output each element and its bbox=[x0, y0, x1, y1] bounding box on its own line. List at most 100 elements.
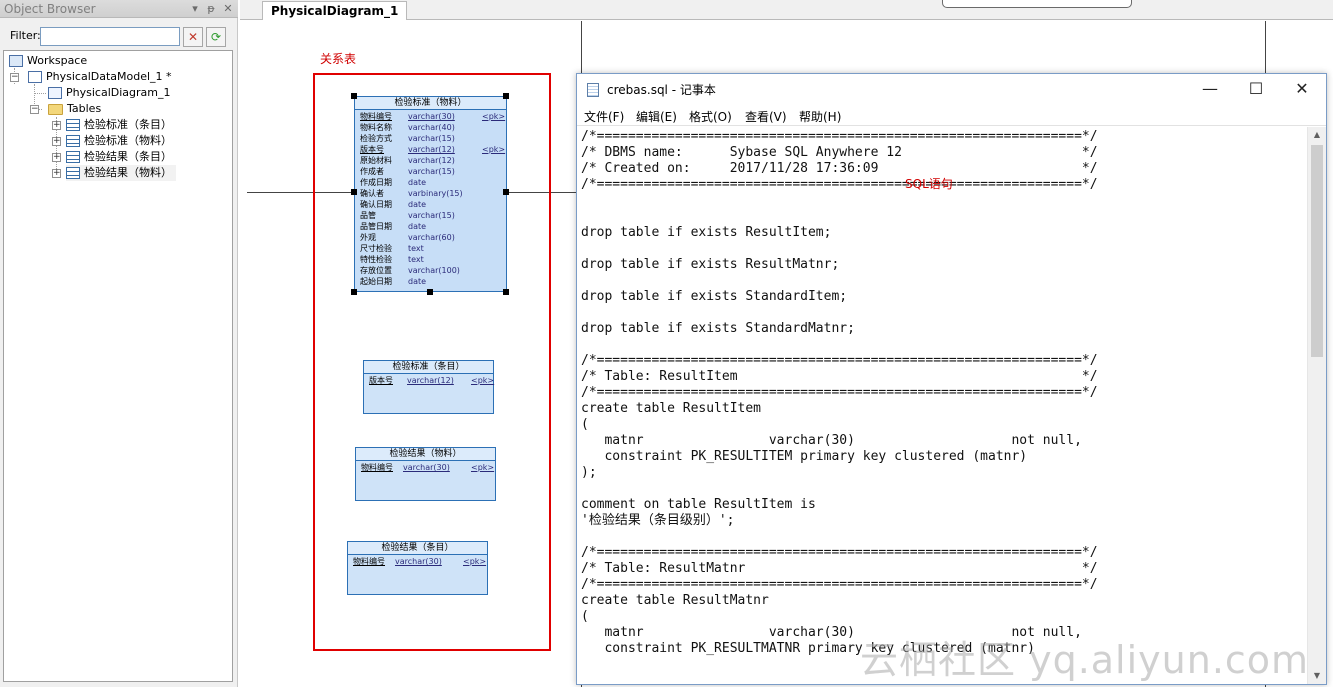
menu-view[interactable]: 查看(V) bbox=[745, 108, 787, 125]
column-name: 确认者 bbox=[360, 189, 384, 198]
tree-table-item[interactable]: 检验结果（物料） bbox=[66, 165, 176, 181]
model-icon bbox=[28, 71, 42, 83]
notepad-titlebar[interactable]: crebas.sql - 记事本 — ☐ ✕ bbox=[577, 74, 1326, 104]
tree-model[interactable]: PhysicalDataModel_1 * bbox=[28, 69, 172, 85]
column-type: varchar(40) bbox=[408, 123, 455, 132]
menu-help[interactable]: 帮助(H) bbox=[799, 108, 841, 125]
column-key: <pk> bbox=[471, 376, 495, 385]
collapse-tables-icon[interactable]: − bbox=[30, 105, 39, 114]
expand-table-icon[interactable]: + bbox=[52, 169, 61, 178]
column-type: date bbox=[408, 222, 427, 231]
column-name: 尺寸检验 bbox=[360, 244, 392, 253]
scroll-up-icon[interactable]: ▲ bbox=[1308, 127, 1326, 143]
selection-handle[interactable] bbox=[351, 189, 357, 195]
scroll-down-icon[interactable]: ▼ bbox=[1308, 668, 1326, 684]
document-tab-bar: PhysicalDiagram_1 bbox=[240, 0, 1333, 20]
tree-table-item[interactable]: 检验标准（物料） bbox=[66, 133, 172, 149]
tree-table-item[interactable]: 检验标准（条目） bbox=[66, 117, 172, 133]
selection-handle[interactable] bbox=[503, 93, 509, 99]
sql-line: /*======================================… bbox=[581, 385, 1098, 400]
sql-line bbox=[581, 529, 1305, 545]
menu-file[interactable]: 文件(F) bbox=[584, 108, 624, 125]
tree-tables-folder[interactable]: Tables bbox=[48, 101, 101, 117]
close-panel-icon[interactable]: ✕ bbox=[221, 0, 235, 18]
sql-line bbox=[581, 481, 1305, 497]
column-name: 起始日期 bbox=[360, 277, 392, 286]
filter-input[interactable] bbox=[40, 27, 180, 46]
entity-table[interactable]: 检验标准（条目） 版本号 varchar(12) <pk> bbox=[363, 360, 494, 414]
column-type: varchar(15) bbox=[408, 134, 455, 143]
column-name: 版本号 bbox=[360, 145, 384, 154]
object-browser-panel: Object Browser ▾ ᵽ ✕ Filter: ✕ ⟳ Workspa… bbox=[0, 0, 238, 687]
entity-table[interactable]: 检验标准（物料） 物料编号 varchar(30) <pk> 物料名称 varchar(… bbox=[354, 96, 507, 292]
selection-handle[interactable] bbox=[351, 289, 357, 295]
sql-line bbox=[581, 241, 1305, 257]
sql-line: '检验结果（条目级别）'; bbox=[581, 513, 735, 528]
entity-column-row: 尺寸检验 text bbox=[358, 243, 503, 254]
selection-handle[interactable] bbox=[351, 93, 357, 99]
column-type: date bbox=[408, 178, 427, 187]
object-tree: Workspace − PhysicalDataModel_1 * Physic… bbox=[3, 50, 233, 682]
table-icon bbox=[66, 119, 80, 131]
column-name: 物料编号 bbox=[353, 557, 385, 566]
tree-table-item[interactable]: 检验结果（条目） bbox=[66, 149, 172, 165]
column-key: <pk> bbox=[482, 112, 506, 121]
notepad-text-area[interactable]: /*======================================… bbox=[577, 127, 1305, 684]
relation-tables-annotation: 关系表 bbox=[320, 52, 357, 66]
entity-column-row: 作成日期 date bbox=[358, 177, 503, 188]
entity-column-row: 物料编号 varchar(30) <pk> bbox=[351, 556, 487, 567]
column-name: 版本号 bbox=[369, 376, 393, 385]
expand-table-icon[interactable]: + bbox=[52, 121, 61, 130]
tree-workspace[interactable]: Workspace bbox=[9, 53, 87, 69]
column-key: <pk> bbox=[463, 557, 487, 566]
column-name: 确认日期 bbox=[360, 200, 392, 209]
column-type: varchar(100) bbox=[408, 266, 460, 275]
selection-handle[interactable] bbox=[427, 289, 433, 295]
menu-edit[interactable]: 编辑(E) bbox=[636, 108, 677, 125]
entity-column-row: 品管日期 date bbox=[358, 221, 503, 232]
tab-physical-diagram[interactable]: PhysicalDiagram_1 bbox=[262, 1, 408, 20]
collapse-model-icon[interactable]: − bbox=[10, 73, 19, 82]
vertical-scrollbar[interactable]: ▲ ▼ bbox=[1307, 127, 1326, 684]
tree-diagram[interactable]: PhysicalDiagram_1 bbox=[48, 85, 170, 101]
column-type: varchar(15) bbox=[408, 167, 455, 176]
table-icon bbox=[66, 135, 80, 147]
maximize-button[interactable]: ☐ bbox=[1233, 74, 1279, 104]
entity-column-row: 确认日期 date bbox=[358, 199, 503, 210]
notepad-window[interactable]: crebas.sql - 记事本 — ☐ ✕ 文件(F) 编辑(E) 格式(O)… bbox=[576, 73, 1327, 685]
menu-format[interactable]: 格式(O) bbox=[689, 108, 732, 125]
column-name: 作成日期 bbox=[360, 178, 392, 187]
notepad-icon bbox=[587, 83, 599, 97]
entity-table[interactable]: 检验结果（条目） 物料编号 varchar(30) <pk> bbox=[347, 541, 488, 595]
entity-column-row: 起始日期 date bbox=[358, 276, 503, 287]
sql-line bbox=[581, 305, 1305, 321]
workspace-icon bbox=[9, 55, 23, 67]
panel-menu-icon[interactable]: ▾ bbox=[188, 0, 202, 18]
filter-label: Filter: bbox=[10, 29, 41, 42]
tree-table-label: 检验结果（物料） bbox=[84, 166, 172, 179]
selection-handle[interactable] bbox=[503, 289, 509, 295]
column-type: text bbox=[408, 255, 424, 264]
pin-icon[interactable]: ᵽ bbox=[204, 0, 218, 18]
expand-table-icon[interactable]: + bbox=[52, 153, 61, 162]
scrollbar-thumb[interactable] bbox=[1311, 145, 1323, 357]
sql-line: comment on table ResultItem is bbox=[581, 497, 816, 512]
sql-line: /* DBMS name: Sybase SQL Anywhere 12 */ bbox=[581, 145, 1098, 160]
clear-filter-button[interactable]: ✕ bbox=[183, 27, 203, 47]
entity-columns: 物料编号 varchar(30) <pk> 物料名称 varchar(40) 检验方式 va… bbox=[355, 110, 506, 288]
tree-model-label: PhysicalDataModel_1 * bbox=[46, 70, 172, 83]
sql-line: constraint PK_RESULTITEM primary key clu… bbox=[581, 449, 1028, 464]
entity-table[interactable]: 检验结果（物料） 物料编号 varchar(30) <pk> bbox=[355, 447, 496, 501]
sql-line: /*======================================… bbox=[581, 129, 1098, 144]
watermark-text: 云栖社区 yq.aliyun.com bbox=[860, 638, 1310, 682]
refresh-button[interactable]: ⟳ bbox=[206, 27, 226, 47]
expand-table-icon[interactable]: + bbox=[52, 137, 61, 146]
tree-workspace-label: Workspace bbox=[27, 54, 88, 67]
notepad-title: crebas.sql - 记事本 bbox=[607, 83, 716, 97]
tree-table-label: 检验结果（条目） bbox=[84, 150, 172, 163]
column-name: 作成者 bbox=[360, 167, 384, 176]
column-name: 品管 bbox=[360, 211, 376, 220]
close-button[interactable]: ✕ bbox=[1279, 74, 1325, 104]
minimize-button[interactable]: — bbox=[1187, 74, 1233, 104]
selection-handle[interactable] bbox=[503, 189, 509, 195]
